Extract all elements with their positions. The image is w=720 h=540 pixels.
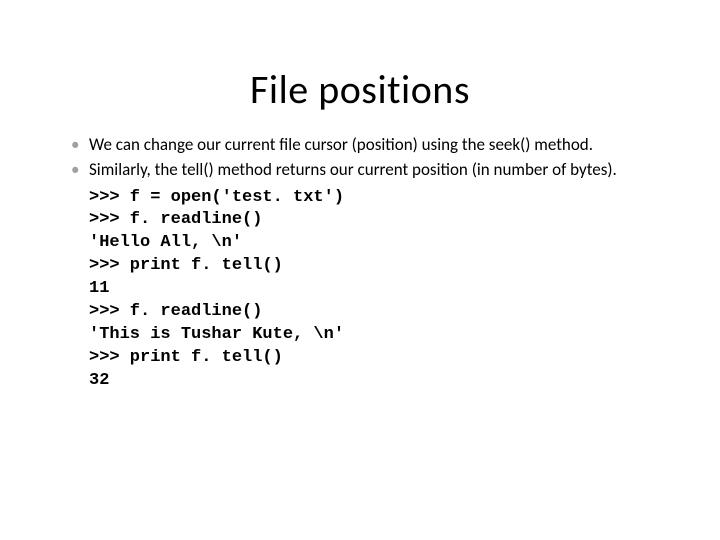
- code-line: >>> print f. tell(): [89, 256, 283, 275]
- bullet-list: We can change our current file cursor (p…: [65, 134, 665, 181]
- slide-title: File positions: [55, 65, 665, 114]
- code-line: 'Hello All, \n': [89, 233, 242, 252]
- code-line: >>> f. readline(): [89, 302, 262, 321]
- code-line: >>> f = open('test. txt'): [89, 188, 344, 207]
- code-line: 32: [89, 371, 109, 390]
- code-line: 'This is Tushar Kute, \n': [89, 325, 344, 344]
- code-line: >>> f. readline(): [89, 210, 262, 229]
- code-line: >>> print f. tell(): [89, 348, 283, 367]
- bullet-item: Similarly, the tell() method returns our…: [65, 159, 665, 180]
- code-line: 11: [89, 279, 109, 298]
- code-block: >>> f = open('test. txt') >>> f. readlin…: [89, 187, 665, 393]
- slide: File positions We can change our current…: [0, 0, 720, 540]
- bullet-item: We can change our current file cursor (p…: [65, 134, 665, 155]
